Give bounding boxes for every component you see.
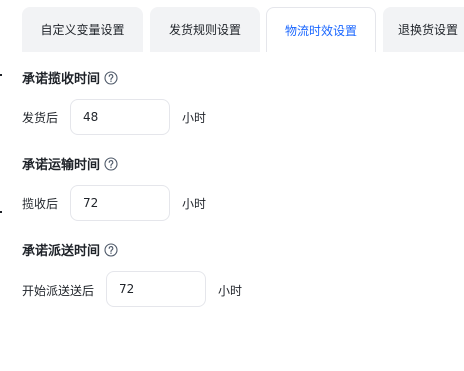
tab-logistics-timeliness[interactable]: 物流时效设置 bbox=[266, 7, 376, 52]
tab-shipping-rules[interactable]: 发货规则设置 bbox=[150, 7, 260, 52]
transport-hours-input[interactable] bbox=[70, 185, 170, 221]
section-title-transport: 承诺运输时间 bbox=[22, 154, 118, 173]
unit-label: 小时 bbox=[218, 284, 243, 298]
row-label-pickup: 发货后 bbox=[22, 111, 59, 125]
row-label-transport: 揽收后 bbox=[22, 197, 59, 211]
delivery-hours-input[interactable] bbox=[106, 271, 206, 307]
section-title-pickup: 承诺揽收时间 bbox=[22, 68, 118, 87]
section-title-text: 承诺派送时间 bbox=[22, 244, 101, 259]
tab-custom-variables[interactable]: 自定义变量设置 bbox=[22, 7, 143, 52]
pickup-hours-input[interactable] bbox=[70, 99, 170, 135]
unit-label: 小时 bbox=[182, 111, 207, 125]
scroll-indicator-dot bbox=[0, 74, 2, 76]
help-icon[interactable] bbox=[104, 156, 118, 171]
help-icon[interactable] bbox=[104, 242, 118, 257]
tab-label: 物流时效设置 bbox=[284, 23, 357, 38]
scroll-indicator-dot bbox=[0, 211, 2, 213]
tab-label: 自定义变量设置 bbox=[40, 23, 125, 37]
tab-bar: 自定义变量设置 发货规则设置 物流时效设置 退换货设置 bbox=[0, 0, 464, 52]
section-title-text: 承诺运输时间 bbox=[22, 158, 101, 173]
tab-label: 发货规则设置 bbox=[168, 23, 241, 37]
unit-label: 小时 bbox=[182, 197, 207, 211]
section-title-delivery: 承诺派送时间 bbox=[22, 240, 118, 259]
tab-returns[interactable]: 退换货设置 bbox=[383, 7, 464, 52]
help-icon[interactable] bbox=[104, 70, 118, 85]
row-label-delivery: 开始派送送后 bbox=[22, 284, 95, 298]
section-title-text: 承诺揽收时间 bbox=[22, 72, 101, 87]
tab-label: 退换货设置 bbox=[397, 23, 458, 37]
